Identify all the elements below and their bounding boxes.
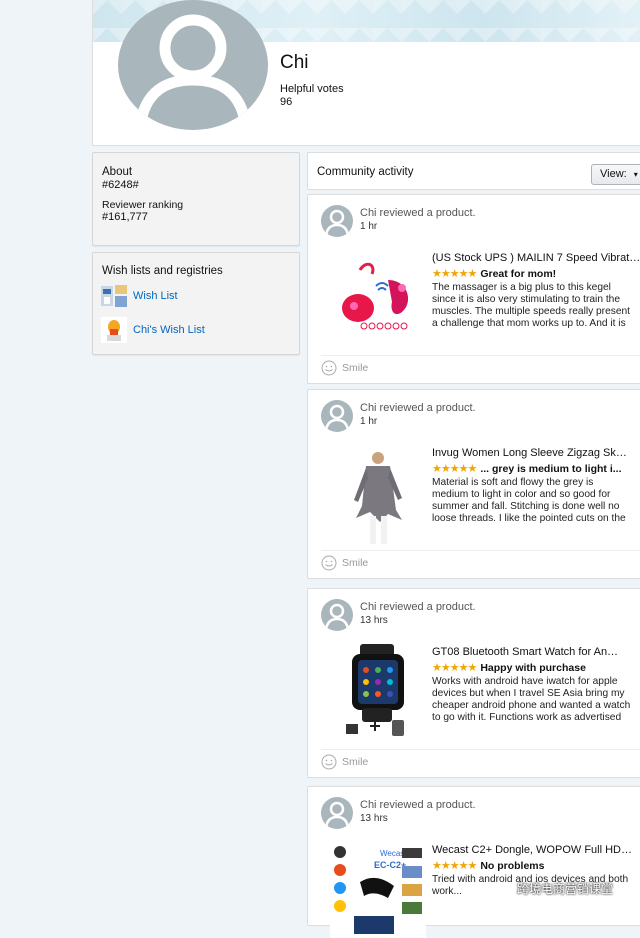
about-id: #6248#	[102, 179, 139, 191]
community-activity-header: Community activity View: ▾	[307, 152, 640, 190]
activity-action[interactable]: Chi reviewed a product.	[360, 207, 476, 219]
reviewer-avatar[interactable]	[321, 400, 353, 432]
product-thumbnail[interactable]	[330, 250, 426, 346]
wechat-icon	[500, 882, 514, 895]
activity-time: 13 hrs	[360, 813, 388, 824]
wishlist-item[interactable]: Wish List	[101, 283, 178, 309]
activity-time: 1 hr	[360, 416, 378, 427]
activity-time: 1 hr	[360, 221, 378, 232]
user-silhouette-icon	[324, 404, 350, 432]
star-rating-icon: ★★★★★	[432, 662, 477, 674]
reviewer-ranking-value: #161,777	[102, 211, 148, 223]
wishlists-title: Wish lists and registries	[102, 265, 223, 277]
wishlist-thumbnail-icon	[101, 317, 127, 343]
activity-time: 13 hrs	[360, 615, 388, 626]
wishlist-link[interactable]: Chi's Wish List	[133, 324, 205, 336]
wishlist-thumbnail-icon	[101, 285, 127, 307]
product-title[interactable]: Invug Women Long Sleeve Zigzag Sk…	[432, 447, 640, 459]
smile-button[interactable]: Smile	[321, 360, 368, 376]
smile-label: Smile	[342, 557, 369, 569]
product-title[interactable]: Wecast C2+ Dongle, WOPOW Full HD…	[432, 844, 640, 856]
review-headline[interactable]: Great for mom!	[480, 268, 556, 280]
star-rating-icon: ★★★★★	[432, 860, 477, 872]
product-thumbnail[interactable]	[330, 644, 426, 740]
star-rating-icon: ★★★★★	[432, 463, 477, 475]
activity-action[interactable]: Chi reviewed a product.	[360, 799, 476, 811]
wecast-model-text: EC-C2+	[374, 860, 406, 870]
reviewer-avatar[interactable]	[321, 205, 353, 237]
review-body[interactable]: The massager is a big plus to this kegel…	[432, 282, 632, 330]
helpful-votes-label: Helpful votes	[280, 83, 344, 95]
activity-card: Chi reviewed a product. 1 hr (US Stock U…	[307, 194, 640, 384]
watermark-text: 跨境电商营销课堂	[517, 882, 614, 896]
review-body[interactable]: Material is soft and flowy the grey is m…	[432, 477, 632, 525]
smile-button[interactable]: Smile	[321, 754, 368, 770]
wishlist-link[interactable]: Wish List	[133, 290, 178, 302]
review-headline[interactable]: Happy with purchase	[480, 662, 586, 674]
dropdown-arrow-icon: ▾	[633, 170, 638, 179]
helpful-votes-value: 96	[280, 96, 293, 108]
smile-icon	[321, 754, 337, 770]
activity-action[interactable]: Chi reviewed a product.	[360, 601, 476, 613]
smile-icon	[321, 555, 337, 571]
about-title: About	[102, 166, 133, 178]
smile-label: Smile	[342, 756, 369, 768]
about-panel: About #6248# Reviewer ranking #161,777	[92, 152, 300, 246]
star-rating-icon: ★★★★★	[432, 268, 477, 280]
card-divider	[321, 355, 640, 356]
review-headline[interactable]: ... grey is medium to light i...	[480, 463, 621, 475]
watermark-overlay: 跨境电商营销课堂	[500, 880, 613, 897]
reviewer-avatar[interactable]	[321, 599, 353, 631]
user-silhouette-icon	[134, 14, 252, 129]
product-title[interactable]: GT08 Bluetooth Smart Watch for An…	[432, 646, 640, 658]
activity-card: Chi reviewed a product. 13 hrs Wecast EC…	[307, 786, 640, 938]
review-headline[interactable]: No problems	[480, 860, 544, 872]
product-thumbnail[interactable]	[330, 450, 426, 546]
user-silhouette-icon	[324, 801, 350, 829]
activity-card: Chi reviewed a product. 1 hr Invug Women…	[307, 389, 640, 579]
reviewer-avatar[interactable]	[321, 797, 353, 829]
wishlists-panel: Wish lists and registries Wish List Chi'…	[92, 252, 300, 355]
profile-avatar[interactable]	[118, 0, 268, 130]
activity-action[interactable]: Chi reviewed a product.	[360, 402, 476, 414]
user-silhouette-icon	[324, 603, 350, 631]
review-rating-row: ★★★★★ Great for mom!	[432, 267, 640, 281]
view-dropdown-label: View:	[600, 168, 627, 180]
card-divider	[321, 749, 640, 750]
profile-name: Chi	[280, 52, 309, 73]
smile-button[interactable]: Smile	[321, 555, 368, 571]
wishlist-item[interactable]: Chi's Wish List	[101, 317, 205, 343]
review-rating-row: ★★★★★ Happy with purchase	[432, 661, 640, 675]
activity-card: Chi reviewed a product. 13 hrs GT08 Blue…	[307, 588, 640, 778]
review-rating-row: ★★★★★ No problems	[432, 859, 640, 873]
reviewer-ranking-label: Reviewer ranking	[102, 199, 184, 211]
review-body[interactable]: Works with android have iwatch for apple…	[432, 676, 632, 724]
smile-label: Smile	[342, 362, 369, 374]
smile-icon	[321, 360, 337, 376]
community-activity-title: Community activity	[317, 166, 414, 178]
user-silhouette-icon	[324, 209, 350, 237]
view-dropdown[interactable]: View: ▾	[591, 164, 640, 185]
product-thumbnail[interactable]: Wecast EC-C2+	[330, 842, 426, 938]
review-rating-row: ★★★★★ ... grey is medium to light i...	[432, 462, 640, 476]
product-title[interactable]: (US Stock UPS ) MAILIN 7 Speed Vibrating…	[432, 252, 640, 264]
card-divider	[321, 550, 640, 551]
